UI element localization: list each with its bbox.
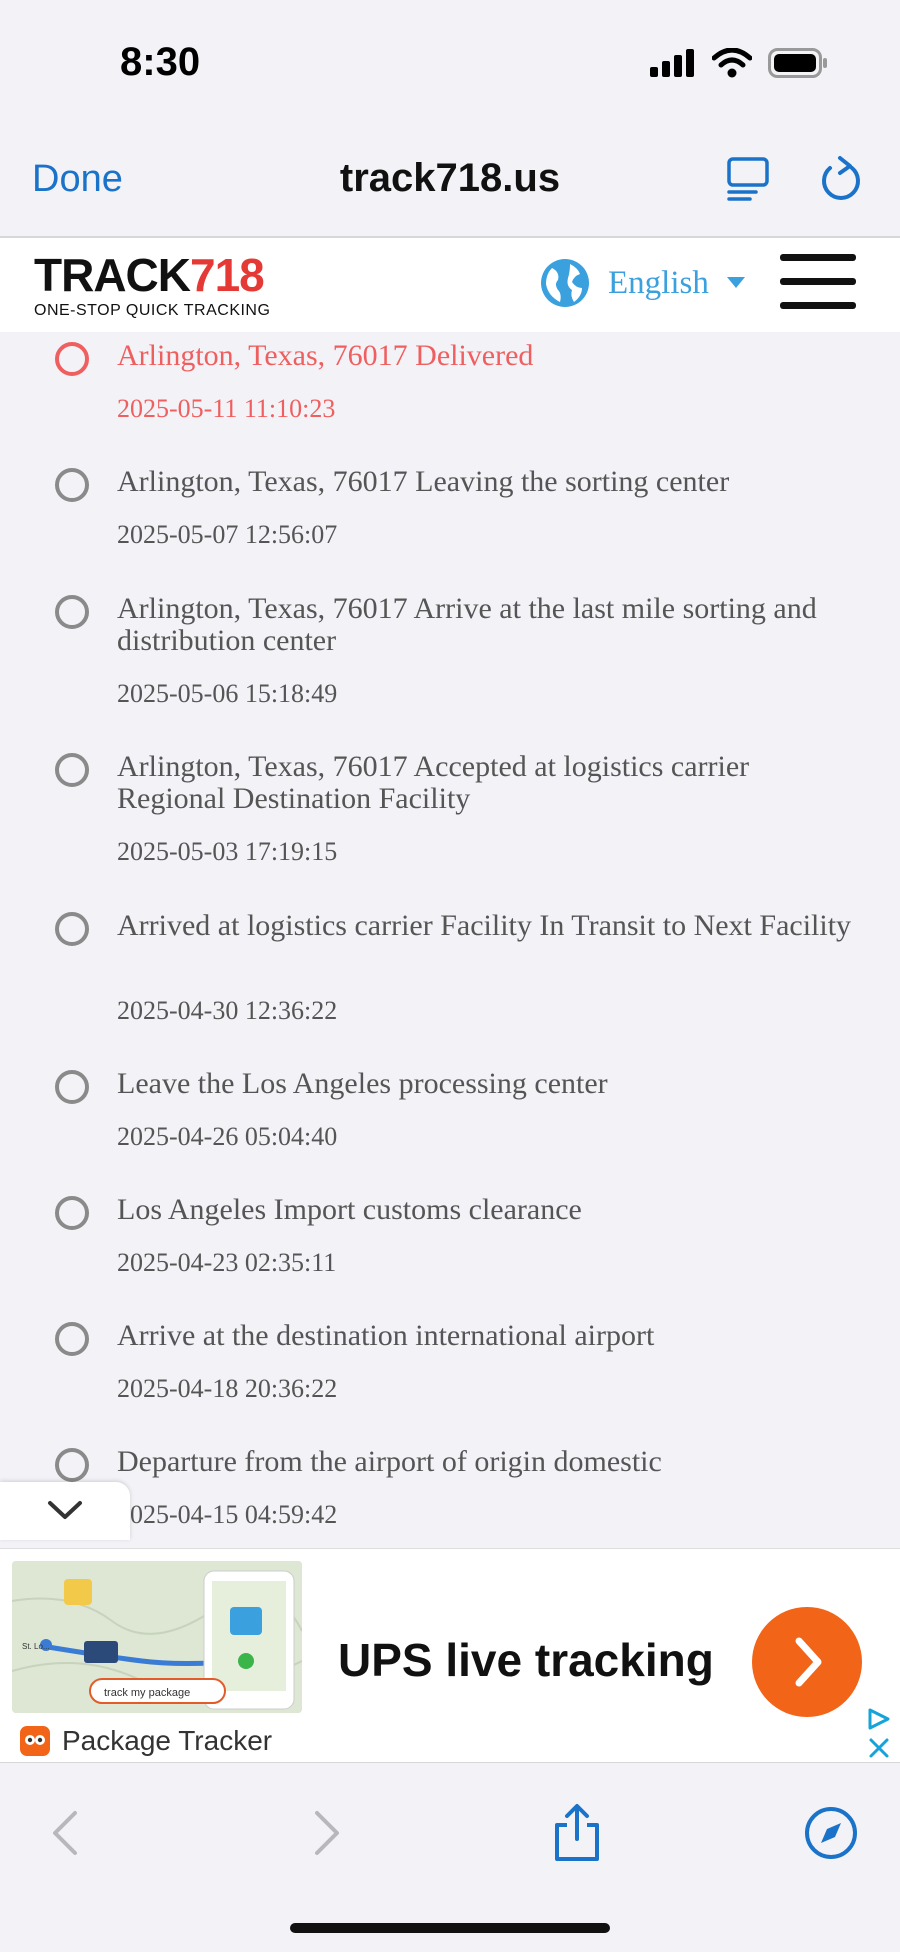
status-circle-icon	[55, 1448, 89, 1482]
battery-icon	[768, 48, 827, 78]
status-time: 8:30	[120, 40, 201, 84]
tracking-timeline[interactable]: Arlington, Texas, 76017 Delivered 2025-0…	[0, 332, 900, 1524]
status-circle-icon	[55, 468, 89, 502]
event-time: 2025-05-03 17:19:15	[117, 837, 338, 866]
ad-banner[interactable]: track my package St. Lo... UPS live trac…	[0, 1548, 900, 1763]
home-indicator	[290, 1923, 610, 1933]
event-title: Arlington, Texas, 76017 Accepted at logi…	[117, 750, 750, 815]
menu-button[interactable]	[780, 250, 856, 314]
status-circle-icon	[55, 753, 89, 787]
caret-down-icon	[726, 277, 745, 288]
ad-choices[interactable]	[866, 1707, 892, 1759]
status-circle-icon	[55, 342, 89, 376]
chevron-down-icon	[48, 1501, 82, 1519]
event-title: Arrive at the destination international …	[117, 1319, 655, 1352]
wifi-icon	[712, 48, 752, 78]
event-time: 2025-04-15 04:59:42	[117, 1500, 338, 1524]
menu-line-icon	[780, 254, 856, 261]
chevron-right-icon	[795, 1637, 822, 1687]
back-icon[interactable]	[37, 1803, 97, 1863]
event-time: 2025-05-11 11:10:23	[117, 394, 336, 423]
ad-title[interactable]: UPS live tracking	[338, 1633, 714, 1687]
status-circle-icon	[55, 1196, 89, 1230]
ad-choices-icon	[868, 1708, 890, 1730]
event-title: Arlington, Texas, 76017 Delivered	[117, 339, 534, 372]
forward-icon[interactable]	[295, 1803, 355, 1863]
menu-line-icon	[780, 302, 856, 309]
language-label: English	[608, 264, 709, 301]
share-icon[interactable]	[547, 1803, 607, 1863]
status-circle-icon	[55, 1322, 89, 1356]
status-circle-icon	[55, 1070, 89, 1104]
menu-line-icon	[780, 278, 856, 285]
ad-advertiser-name: Package Tracker	[62, 1725, 273, 1756]
event-time: 2025-04-30 12:36:22	[117, 996, 338, 1025]
event-title: Departure from the airport of origin dom…	[117, 1445, 662, 1478]
close-icon	[869, 1738, 889, 1758]
status-circle-icon	[55, 912, 89, 946]
ad-open-button[interactable]	[752, 1607, 862, 1717]
event-time: 2025-04-18 20:36:22	[117, 1374, 338, 1403]
event-time: 2025-04-26 05:04:40	[117, 1122, 338, 1151]
status-circle-icon	[55, 595, 89, 629]
cellular-signal-icon	[650, 49, 694, 77]
track718-logo[interactable]: TRACK718 ONE-STOP QUICK TRACKING	[34, 252, 284, 322]
browser-top-bar: Done track718.us	[0, 130, 900, 238]
language-selector[interactable]: English	[540, 258, 745, 308]
done-button[interactable]: Done	[32, 158, 123, 201]
owl-app-icon	[20, 1726, 50, 1756]
browser-bottom-toolbar	[0, 1762, 900, 1952]
globe-icon	[541, 259, 589, 307]
status-bar: 8:30	[0, 0, 900, 130]
logo-number-text: 718	[189, 249, 265, 301]
event-title: Arrived at logistics carrier Facility In…	[117, 909, 852, 942]
event-title: Arlington, Texas, 76017 Leaving the sort…	[117, 465, 730, 498]
reader-view-icon[interactable]	[726, 156, 772, 202]
map-illustration-icon: track my package St. Lo...	[12, 1561, 302, 1713]
ad-map-image: track my package St. Lo...	[12, 1561, 302, 1713]
ad-image-search-text: track my package	[104, 1687, 190, 1699]
event-time: 2025-05-07 12:56:07	[117, 520, 338, 549]
event-title: Arlington, Texas, 76017 Arrive at the la…	[117, 592, 817, 657]
event-time: 2025-05-06 15:18:49	[117, 679, 338, 708]
ad-image-place-text: St. Lo...	[22, 1642, 50, 1651]
event-title: Los Angeles Import customs clearance	[117, 1193, 582, 1226]
event-title: Leave the Los Angeles processing center	[117, 1067, 608, 1100]
status-icons	[650, 48, 828, 78]
event-time: 2025-04-23 02:35:11	[117, 1248, 337, 1277]
reload-icon[interactable]	[816, 154, 864, 204]
collapse-ad-button[interactable]	[0, 1482, 130, 1540]
logo-track-text: TRACK	[34, 249, 191, 301]
ad-advertiser[interactable]: Package Tracker	[20, 1725, 272, 1757]
logo-tagline: ONE-STOP QUICK TRACKING	[34, 302, 271, 319]
site-header: TRACK718 ONE-STOP QUICK TRACKING English	[0, 238, 900, 332]
compass-icon[interactable]	[801, 1803, 861, 1863]
